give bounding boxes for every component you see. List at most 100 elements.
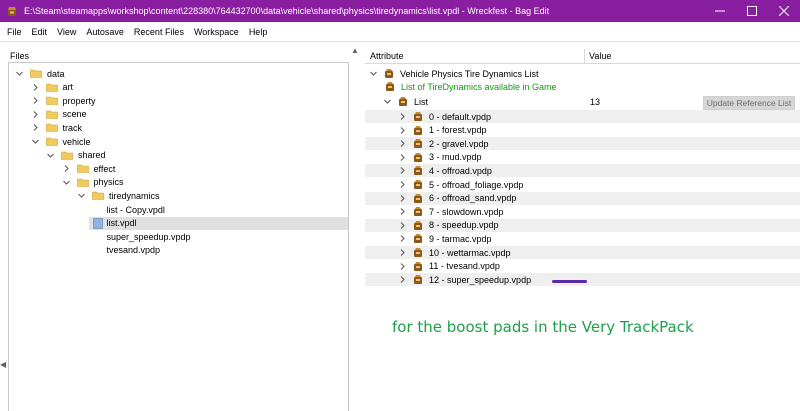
tree-file[interactable]: super_speedup.vpdp	[93, 230, 191, 243]
maximize-button[interactable]	[736, 0, 768, 22]
attribute-column-header[interactable]: Attribute	[370, 51, 404, 61]
chevron-right-icon[interactable]	[31, 123, 40, 132]
tree-folder[interactable]: vehicle	[31, 135, 91, 148]
tree-file[interactable]: tvesand.vpdp	[93, 244, 161, 257]
list-item-label: 4 - offroad.vpdp	[429, 165, 492, 176]
bag-icon	[385, 69, 393, 78]
column-separator[interactable]	[584, 49, 585, 63]
tree-file[interactable]: list - Copy.vpdl	[93, 203, 165, 216]
files-header: Files	[10, 51, 30, 61]
bag-icon	[414, 180, 422, 189]
file-tree: data art property scene track vehicle shared ef…	[8, 62, 349, 411]
list-item[interactable]: 10 - wettarmac.vpdp	[365, 246, 800, 259]
chevron-down-icon[interactable]	[46, 151, 55, 160]
list-item[interactable]: 6 - offroad_sand.vpdp	[365, 191, 800, 205]
folder-icon	[45, 96, 58, 105]
menu-help[interactable]: Help	[244, 27, 273, 37]
list-count-value[interactable]: 13	[590, 97, 600, 107]
bag-icon	[386, 82, 394, 91]
menu-file[interactable]: File	[2, 27, 27, 37]
chevron-right-icon[interactable]	[398, 262, 407, 271]
list-item[interactable]: 5 - offroad_foliage.vpdp	[365, 178, 800, 191]
list-item[interactable]: 3 - mud.vpdp	[365, 151, 800, 164]
list-item[interactable]: 11 - tvesand.vpdp	[365, 260, 800, 273]
list-item[interactable]: 8 - speedup.vpdp	[365, 218, 800, 232]
chevron-right-icon[interactable]	[31, 110, 40, 119]
chevron-down-icon[interactable]	[15, 69, 24, 78]
chevron-right-icon[interactable]	[398, 153, 407, 162]
menu-autosave[interactable]: Autosave	[81, 27, 129, 37]
menu-recent-files[interactable]: Recent Files	[129, 27, 189, 37]
value-column-header[interactable]: Value	[589, 51, 611, 61]
close-icon	[779, 6, 789, 16]
close-button[interactable]	[768, 0, 800, 22]
bag-icon	[414, 275, 422, 285]
bag-icon	[414, 220, 422, 230]
annotation-text: for the boost pads in the Very TrackPack	[392, 318, 694, 336]
chevron-down-icon[interactable]	[31, 137, 40, 146]
chevron-right-icon[interactable]	[398, 221, 407, 230]
list-item-label: 6 - offroad_sand.vpdp	[429, 193, 517, 204]
tree-folder[interactable]: data	[15, 67, 65, 80]
chevron-right-icon[interactable]	[398, 207, 407, 216]
bag-icon	[414, 125, 422, 135]
description-row[interactable]: List of TireDynamics available in Game	[365, 80, 800, 93]
annotation-underline	[552, 280, 587, 283]
chevron-down-icon[interactable]	[77, 191, 86, 200]
tree-folder[interactable]: track	[31, 121, 82, 134]
list-item[interactable]: 7 - slowdown.vpdp	[365, 205, 800, 218]
list-item-label: 8 - speedup.vpdp	[429, 220, 499, 231]
list-item-label: 9 - tarmac.vpdp	[429, 233, 492, 244]
list-item[interactable]: 1 - forest.vpdp	[365, 124, 800, 137]
chevron-right-icon[interactable]	[398, 248, 407, 257]
chevron-right-icon[interactable]	[31, 96, 40, 105]
bag-icon	[414, 152, 422, 162]
tree-file[interactable]: list.vpdl	[88, 216, 348, 230]
chevron-right-icon[interactable]	[398, 112, 407, 121]
bag-icon	[414, 207, 422, 217]
folder-icon	[45, 124, 58, 133]
bag-icon	[399, 97, 407, 106]
chevron-down-icon[interactable]	[62, 178, 71, 187]
files-scrollbar[interactable]: ▲	[349, 44, 359, 411]
list-item[interactable]: 4 - offroad.vpdp	[365, 164, 800, 178]
chevron-down-icon[interactable]	[383, 97, 392, 106]
tree-folder[interactable]: art	[31, 81, 73, 94]
chevron-right-icon[interactable]	[398, 166, 407, 175]
list-item[interactable]: 2 - gravel.vpdp	[365, 137, 800, 151]
list-node[interactable]: List 13	[365, 95, 800, 108]
chevron-right-icon[interactable]	[398, 194, 407, 203]
chevron-right-icon[interactable]	[62, 164, 71, 173]
chevron-right-icon[interactable]	[398, 275, 407, 284]
minimize-button[interactable]	[704, 0, 736, 22]
tree-folder[interactable]: property	[31, 94, 96, 107]
tree-folder[interactable]: physics	[62, 176, 124, 189]
list-label: List	[414, 96, 429, 107]
properties-panel: Attribute Value Update Reference List Ve…	[365, 44, 800, 411]
chevron-right-icon[interactable]	[398, 139, 407, 148]
tree-folder[interactable]: shared	[46, 149, 106, 162]
root-node[interactable]: Vehicle Physics Tire Dynamics List	[365, 67, 800, 80]
menu-edit[interactable]: Edit	[27, 27, 53, 37]
folder-icon	[76, 164, 89, 173]
chevron-right-icon[interactable]	[398, 126, 407, 135]
list-item[interactable]: 9 - tarmac.vpdp	[365, 232, 800, 245]
collapse-left-icon[interactable]: ◀	[0, 360, 8, 372]
tree-folder[interactable]: tiredynamics	[77, 189, 160, 202]
menu-view[interactable]: View	[52, 27, 81, 37]
scroll-up-icon[interactable]: ▲	[351, 46, 359, 55]
chevron-right-icon[interactable]	[398, 234, 407, 243]
tree-item-label: list.vpdl	[106, 218, 137, 229]
menu-bar: File Edit View Autosave Recent Files Wor…	[0, 22, 800, 42]
list-item-label: 0 - default.vpdp	[429, 111, 492, 122]
list-item-label: 7 - slowdown.vpdp	[429, 206, 504, 217]
chevron-down-icon[interactable]	[369, 69, 378, 78]
tree-folder[interactable]: effect	[62, 162, 115, 175]
chevron-right-icon[interactable]	[398, 180, 407, 189]
bag-icon	[414, 166, 422, 176]
tree-folder[interactable]: scene	[31, 108, 87, 121]
menu-workspace[interactable]: Workspace	[189, 27, 244, 37]
list-item[interactable]: 0 - default.vpdp	[365, 110, 800, 123]
file-icon	[92, 217, 103, 229]
chevron-right-icon[interactable]	[31, 83, 40, 92]
